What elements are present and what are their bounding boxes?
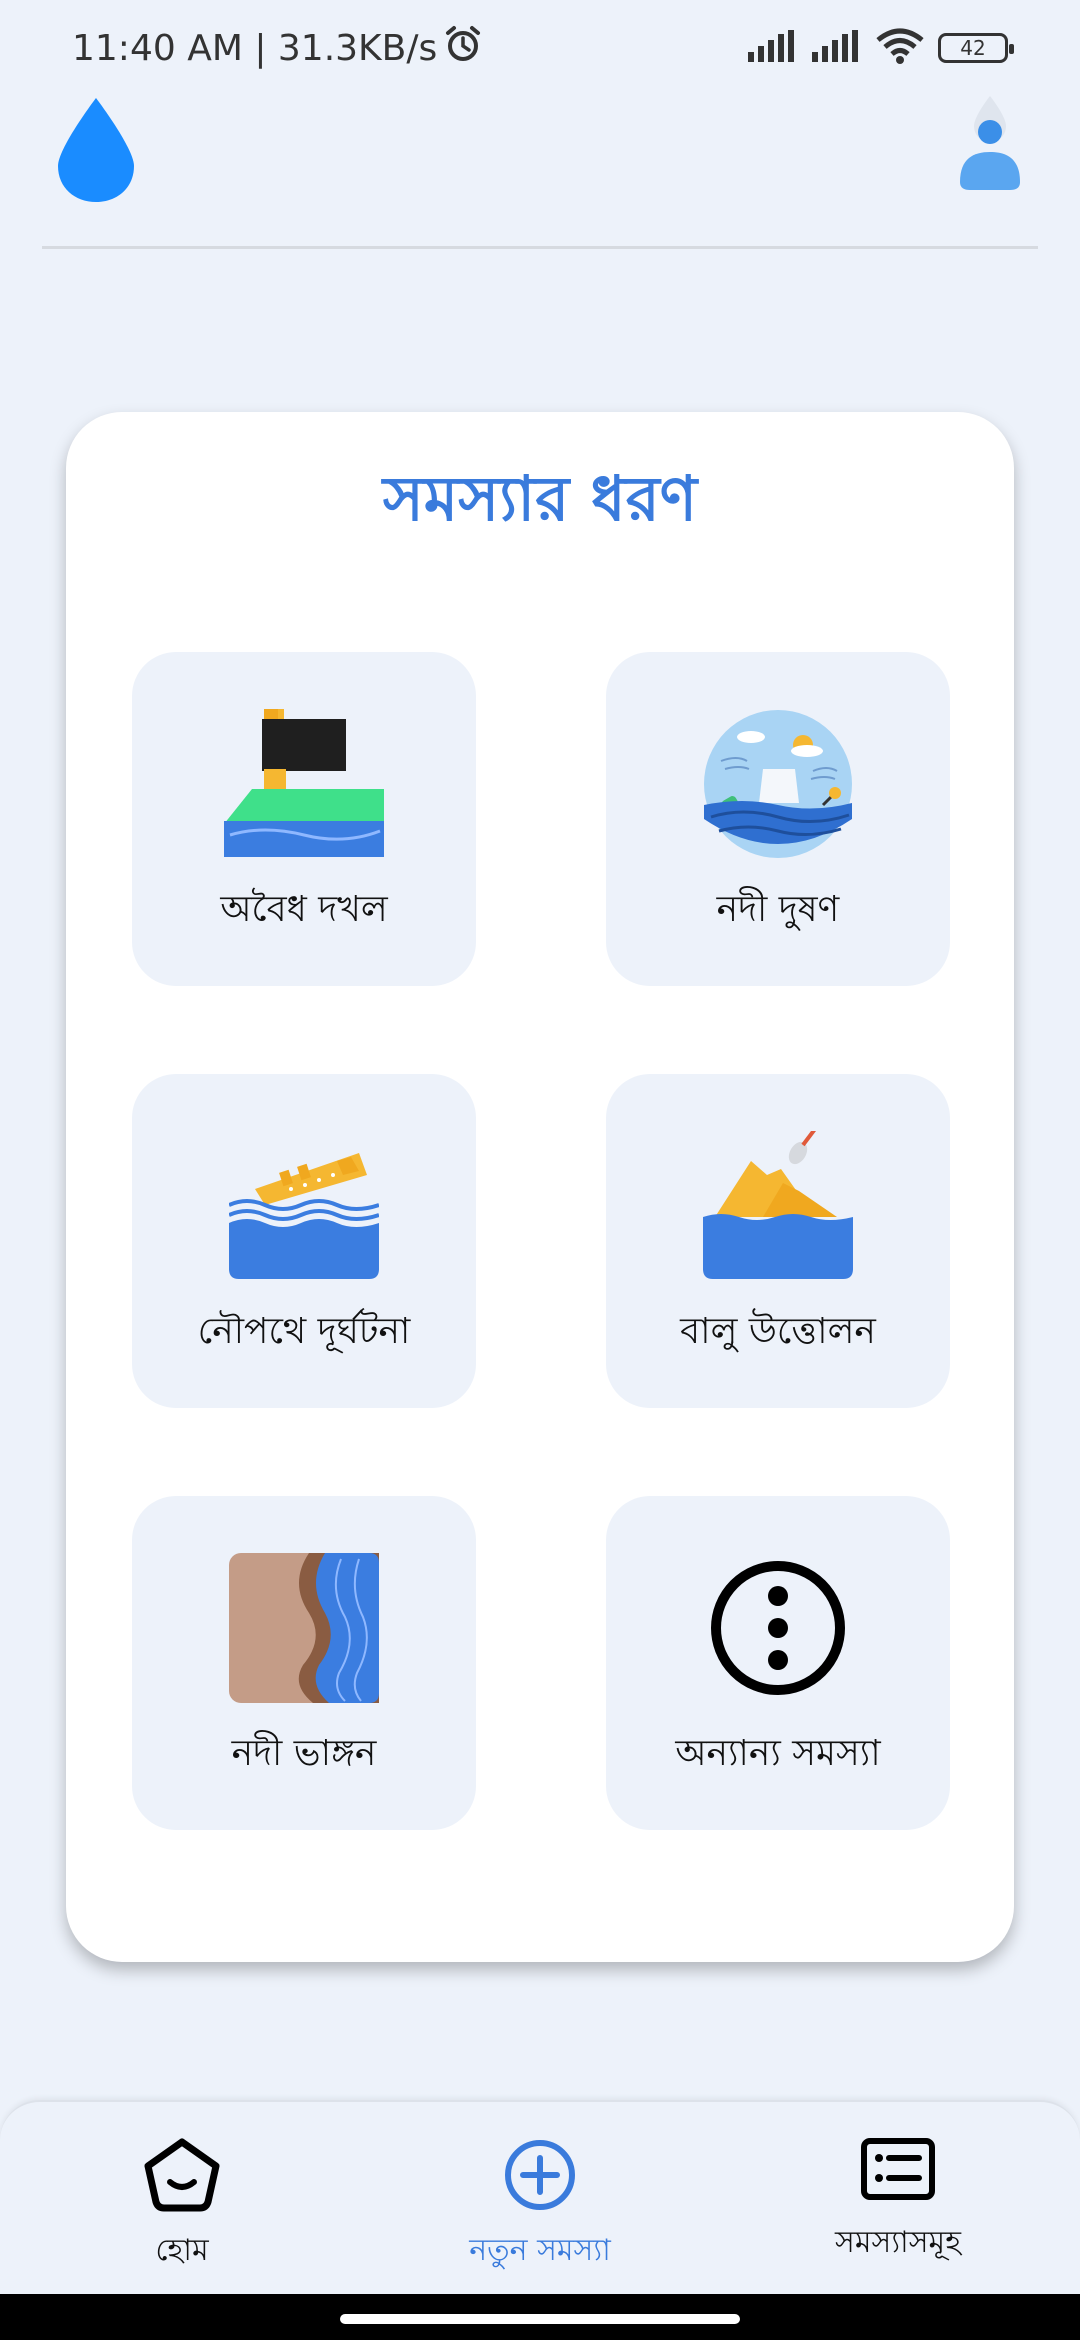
- signal-icon-2: [812, 30, 862, 66]
- tile-label: নৌপথে দূর্ঘটনা: [197, 1311, 411, 1352]
- tile-label: অবৈধ দখল: [220, 889, 388, 930]
- status-time: 11:40 AM | 31.3KB/s: [72, 27, 438, 69]
- nav-issues-label: সমস্যাসমূহ: [835, 2225, 961, 2260]
- add-circle-icon: [503, 2138, 577, 2216]
- list-icon: [861, 2138, 935, 2208]
- home-gesture-pill[interactable]: [340, 2314, 740, 2324]
- riverbank-erosion-icon: [219, 1548, 389, 1708]
- home-icon: [142, 2138, 222, 2216]
- bottom-navigation: হোম নতুন সমস্যা সমস্যাসমূহ: [0, 2100, 1080, 2294]
- encroachment-icon: [219, 704, 389, 864]
- tile-waterway-accident[interactable]: নৌপথে দূর্ঘটনা: [132, 1074, 476, 1408]
- wifi-icon: [876, 28, 924, 68]
- app-header: [0, 96, 1080, 248]
- issue-type-card: সমস্যার ধরণ অবৈধ দখল নদী দুষণ নৌপথে দূর্…: [66, 412, 1014, 1962]
- water-drop-logo-icon[interactable]: [54, 96, 138, 210]
- tile-label: নদী দুষণ: [716, 889, 840, 930]
- status-left: 11:40 AM | 31.3KB/s: [72, 24, 483, 73]
- alarm-icon: [443, 24, 483, 73]
- tile-label: বালু উত্তোলন: [680, 1311, 876, 1352]
- tile-river-pollution[interactable]: নদী দুষণ: [606, 652, 950, 986]
- profile-avatar-icon[interactable]: [956, 96, 1024, 196]
- tile-label: অন্যান্য সমস্যা: [675, 1733, 881, 1774]
- nav-home-label: হোম: [155, 2233, 209, 2268]
- battery-level: 42: [960, 36, 986, 60]
- tile-sand-extraction[interactable]: বালু উত্তোলন: [606, 1074, 950, 1408]
- battery-icon: 42: [938, 33, 1014, 63]
- sand-extraction-icon: [693, 1126, 863, 1286]
- signal-icon-1: [748, 30, 798, 66]
- nav-new-issue[interactable]: নতুন সমস্যা: [430, 2138, 650, 2277]
- shipwreck-icon: [219, 1126, 389, 1286]
- tile-riverbank-erosion[interactable]: নদী ভাঙ্গন: [132, 1496, 476, 1830]
- nav-issues[interactable]: সমস্যাসমূহ: [788, 2138, 1008, 2269]
- nav-home[interactable]: হোম: [72, 2138, 292, 2277]
- header-divider: [42, 246, 1038, 249]
- status-right: 42: [748, 28, 1014, 68]
- tile-other-issues[interactable]: অন্যান্য সমস্যা: [606, 1496, 950, 1830]
- card-title: সমস্যার ধরণ: [382, 462, 698, 535]
- river-pollution-icon: [693, 704, 863, 864]
- nav-new-issue-label: নতুন সমস্যা: [469, 2233, 611, 2268]
- tile-label: নদী ভাঙ্গন: [231, 1733, 377, 1774]
- status-bar: 11:40 AM | 31.3KB/s 42: [0, 0, 1080, 96]
- more-options-icon: [693, 1548, 863, 1708]
- tile-encroachment[interactable]: অবৈধ দখল: [132, 652, 476, 986]
